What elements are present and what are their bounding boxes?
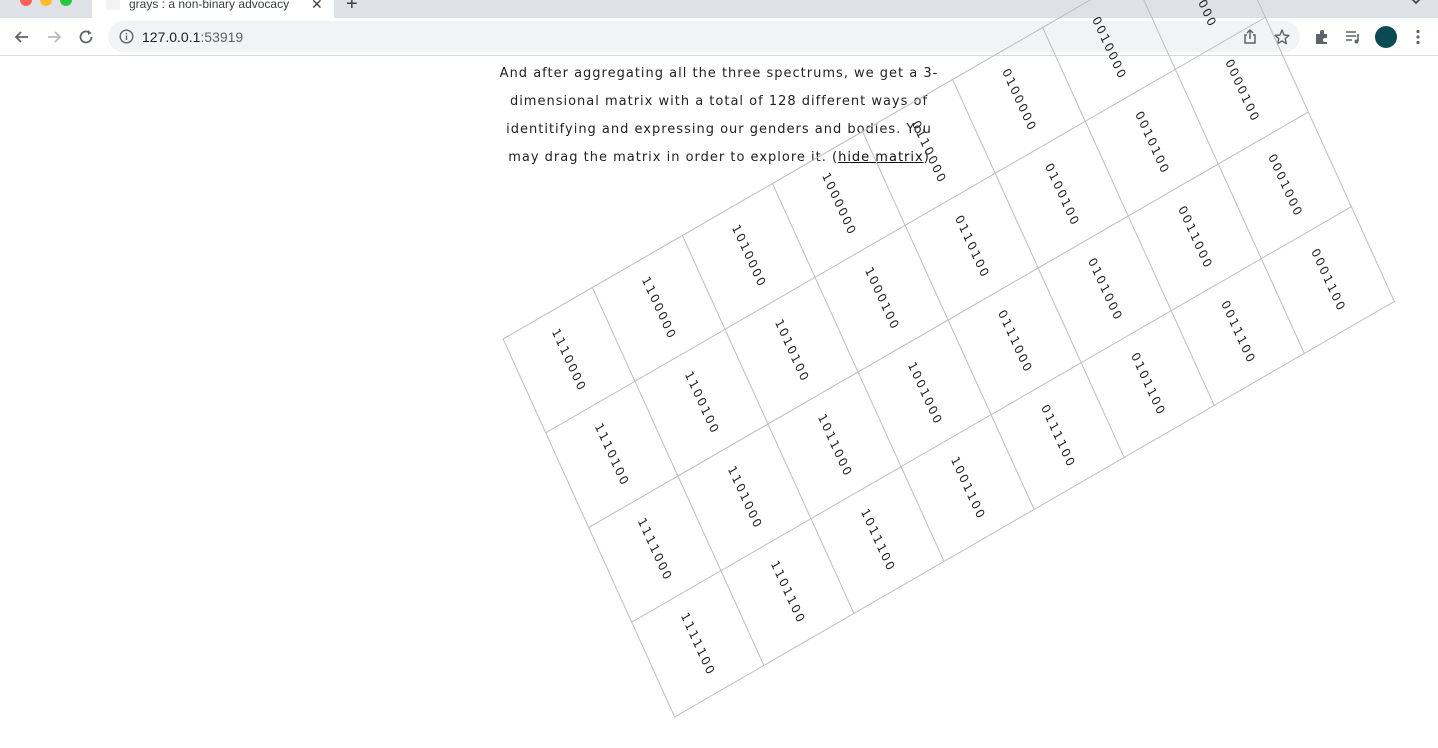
matrix-cell-code: 0011100	[1217, 297, 1258, 367]
matrix-cell-code: 1000100	[861, 264, 902, 333]
matrix-cell-code: 1100000	[638, 274, 679, 343]
page-favicon-icon	[106, 0, 120, 10]
matrix-cell-code: 1000000	[818, 170, 859, 239]
tab-search-chevron-icon[interactable]	[1410, 0, 1422, 8]
maximize-window-button[interactable]	[60, 0, 72, 6]
more-options-icon[interactable]	[1408, 27, 1428, 47]
matrix-cell-code: 0110000	[908, 118, 949, 187]
browser-tab[interactable]: grays : a non-binary advocacy ✕	[92, 0, 334, 18]
tab-close-icon[interactable]: ✕	[311, 0, 323, 12]
profile-avatar[interactable]	[1375, 26, 1397, 48]
media-controls-icon[interactable]	[1343, 27, 1363, 47]
matrix-cell-code: 1010000	[728, 222, 769, 291]
matrix-cell-code: 0010000	[1088, 14, 1129, 83]
reload-icon[interactable]	[76, 27, 96, 47]
matrix-cell-code: 0000100	[1221, 56, 1262, 125]
minimize-window-button[interactable]	[40, 0, 52, 6]
matrix-cell-code: 0111000	[994, 307, 1035, 376]
matrix-cell-code: 0110100	[951, 212, 992, 281]
site-info-icon[interactable]	[119, 29, 134, 44]
matrix-cell-code: 1001000	[904, 359, 945, 428]
extensions-icon[interactable]	[1312, 27, 1332, 47]
matrix-cell-code: 1101100	[767, 557, 808, 627]
tab-title: grays : a non-binary advocacy	[129, 0, 290, 11]
matrix-cell-code: 0001100	[1307, 245, 1348, 315]
matrix-cell-code: 0010100	[1131, 108, 1172, 177]
matrix-cell-code: 0100100	[1041, 160, 1082, 229]
matrix-cell-code: 0100000	[998, 66, 1039, 135]
matrix-cell-code: 0111100	[1037, 401, 1078, 471]
matrix-cell-code: 1110000	[549, 325, 590, 395]
matrix-cell-code: 0101000	[1084, 255, 1125, 324]
matrix-cell-code: 1001100	[947, 453, 988, 523]
close-window-button[interactable]	[20, 0, 32, 6]
matrix-cell-code: 1010100	[771, 316, 812, 385]
url-port: :53919	[200, 29, 244, 45]
matrix-cell-code: 1011000	[814, 411, 855, 480]
new-tab-button[interactable]: +	[346, 0, 358, 14]
matrix-cell-code: 0000000	[1179, 0, 1219, 31]
url-host: 127.0.0.1	[142, 29, 201, 45]
matrix-cell-code: 1110100	[591, 420, 632, 489]
matrix-cell-code: 0011000	[1174, 203, 1215, 272]
matrix-cell-code: 0001000	[1264, 151, 1305, 220]
matrix-cell-code: 1101000	[724, 463, 765, 532]
matrix-cell-code: 1100100	[681, 368, 722, 437]
matrix-cell-code: 0101100	[1127, 349, 1168, 419]
matrix-cell-code: 1111100	[677, 609, 718, 679]
back-icon[interactable]	[12, 27, 32, 47]
url-text[interactable]: 127.0.0.1:53919	[142, 29, 243, 45]
matrix-cell-code: 1111000	[634, 514, 675, 584]
forward-icon[interactable]	[44, 27, 64, 47]
matrix-cell-code: 1011100	[857, 505, 898, 575]
